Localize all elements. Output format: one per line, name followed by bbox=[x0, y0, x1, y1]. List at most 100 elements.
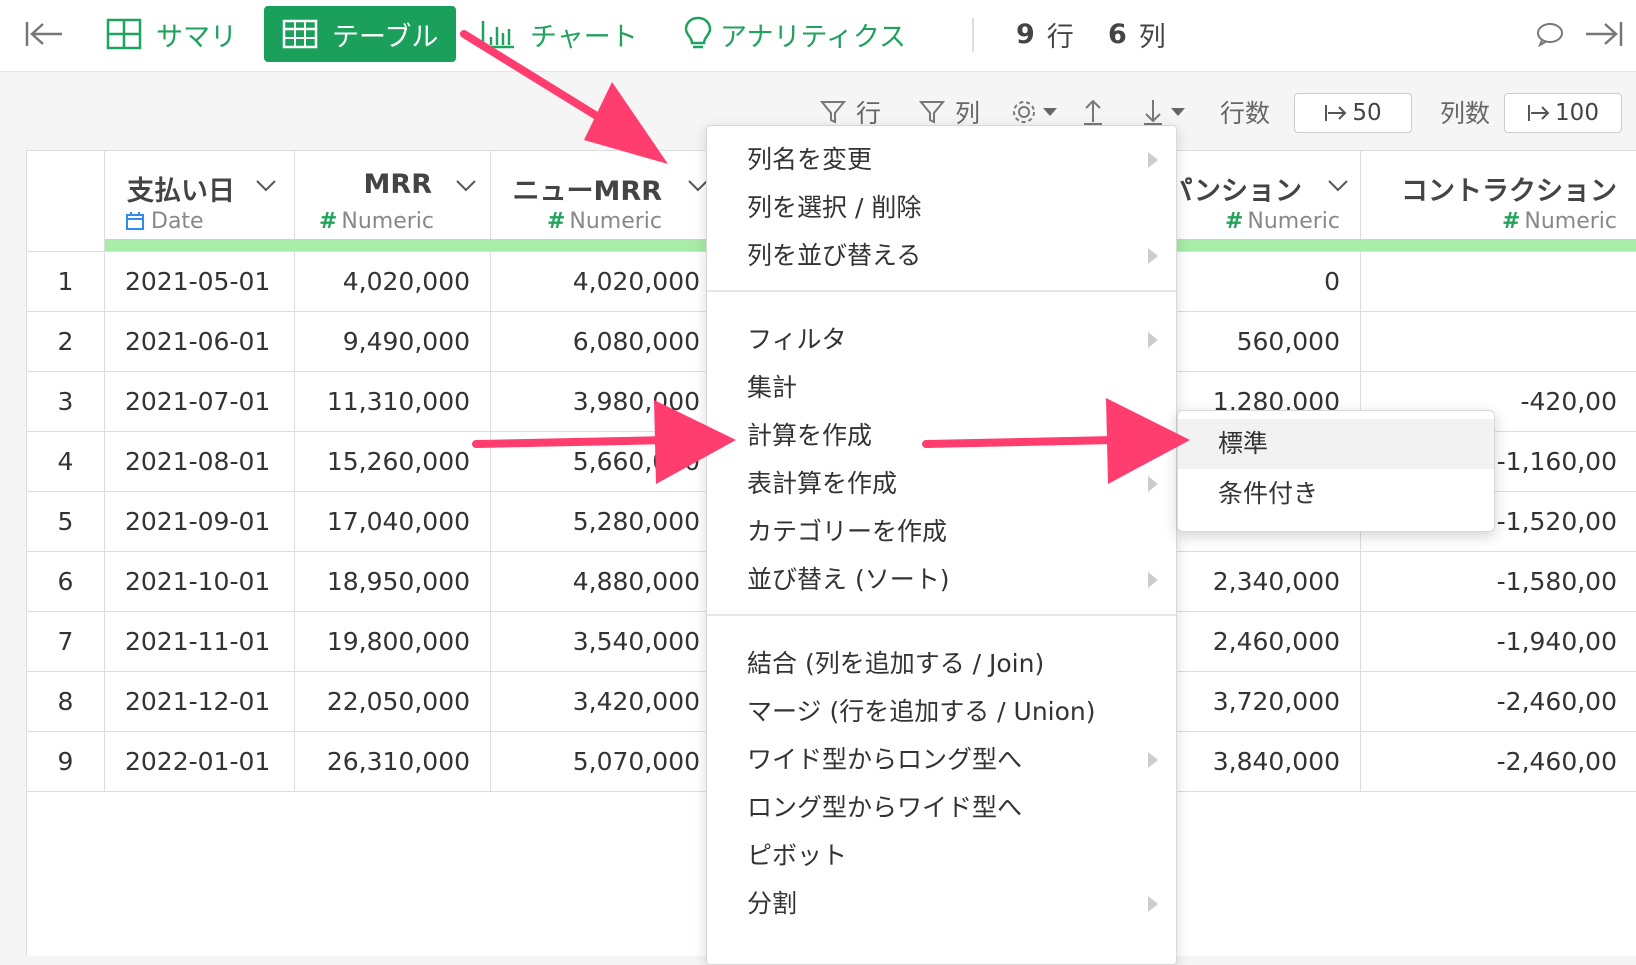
comment-icon[interactable] bbox=[1536, 6, 1564, 62]
submenu-item-standard[interactable]: 標準 bbox=[1178, 419, 1494, 469]
cell-new-mrr: 4,880,000 bbox=[491, 552, 721, 612]
menu-divider bbox=[707, 614, 1176, 616]
column-name: コントラクション bbox=[1401, 176, 1617, 207]
menu-item[interactable]: ワイド型からロング型へ bbox=[707, 736, 1176, 784]
row-number: 7 bbox=[27, 612, 105, 672]
settings-button[interactable] bbox=[1010, 98, 1058, 126]
column-header-date[interactable]: 支払い日 Date bbox=[105, 151, 295, 251]
submenu-arrow-icon bbox=[1148, 332, 1158, 348]
menu-item[interactable]: 並び替え (ソート) bbox=[707, 556, 1176, 604]
collapse-left-icon[interactable] bbox=[24, 6, 64, 62]
menu-item[interactable]: フィルタ bbox=[707, 316, 1176, 364]
menu-item[interactable]: 列を並び替える bbox=[707, 232, 1176, 280]
row-number-header bbox=[27, 151, 105, 251]
tab-table[interactable]: テーブル bbox=[264, 6, 457, 62]
tab-table-label: テーブル bbox=[332, 21, 439, 53]
cell-date: 2021-05-01 bbox=[105, 252, 295, 312]
column-type: # Numeric bbox=[1502, 209, 1617, 234]
menu-item[interactable]: カテゴリーを作成 bbox=[707, 508, 1176, 556]
cell-mrr: 18,950,000 bbox=[295, 552, 491, 612]
caret-down-icon bbox=[1043, 108, 1058, 116]
grid-icon bbox=[106, 18, 142, 50]
cell-date: 2022-01-01 bbox=[105, 732, 295, 792]
cell-contraction: -2,460,00 bbox=[1496, 687, 1617, 716]
cols-limit-input[interactable]: 100 bbox=[1504, 93, 1622, 133]
cell-mrr: 9,490,000 bbox=[295, 312, 491, 372]
row-number: 1 bbox=[27, 252, 105, 312]
column-header-contraction[interactable]: コントラクション # Numeric bbox=[1361, 151, 1636, 251]
row-number: 8 bbox=[27, 672, 105, 732]
cell-mrr: 11,310,000 bbox=[295, 372, 491, 432]
tab-summary[interactable]: サマリ bbox=[106, 6, 237, 62]
cell-contraction: -2,460,00 bbox=[1496, 747, 1617, 776]
chevron-down-icon[interactable] bbox=[255, 179, 277, 193]
column-type-label: Numeric bbox=[569, 209, 662, 234]
column-header-new-mrr[interactable]: ニューMRR # Numeric bbox=[491, 151, 721, 251]
cell-contraction: -1,940,00 bbox=[1496, 627, 1617, 656]
menu-item[interactable]: ロング型からワイド型へ bbox=[707, 784, 1176, 832]
row-number: 2 bbox=[27, 312, 105, 372]
sort-descending-button[interactable] bbox=[1142, 98, 1186, 126]
row-count: 9 行 bbox=[1016, 6, 1074, 62]
cell-contraction bbox=[1361, 252, 1636, 312]
tab-chart[interactable]: チャート bbox=[480, 6, 638, 62]
cell-new-mrr: 6,080,000 bbox=[491, 312, 721, 372]
menu-item-label: 集計 bbox=[747, 373, 798, 402]
menu-item-label: 列を選択 / 削除 bbox=[747, 193, 922, 222]
cols-limit-label-wrap: 列数 bbox=[1440, 90, 1490, 134]
rows-limit-value: 50 bbox=[1352, 100, 1382, 126]
menu-item[interactable]: 結合 (列を追加する / Join) bbox=[707, 640, 1176, 688]
submenu-item-conditional[interactable]: 条件付き bbox=[1178, 469, 1494, 519]
tab-analytics-label: アナリティクス bbox=[720, 21, 907, 53]
bar-chart-icon bbox=[480, 19, 516, 49]
menu-item[interactable]: 列を選択 / 削除 bbox=[707, 184, 1176, 232]
rows-limit-label: 行数 bbox=[1220, 99, 1271, 128]
arrow-to-right-icon bbox=[1325, 105, 1347, 121]
cell-date: 2021-11-01 bbox=[105, 612, 295, 672]
collapse-right-icon[interactable] bbox=[1584, 6, 1624, 62]
row-number: 9 bbox=[27, 732, 105, 792]
filter-icon bbox=[820, 101, 846, 124]
gear-icon bbox=[1013, 101, 1036, 123]
arrow-to-right-icon bbox=[1528, 105, 1550, 121]
cell-date: 2021-06-01 bbox=[105, 312, 295, 372]
col-count-label: 列 bbox=[1138, 21, 1166, 53]
menu-item[interactable]: 計算を作成 bbox=[707, 412, 1176, 460]
tab-analytics[interactable]: アナリティクス bbox=[684, 6, 906, 62]
chevron-down-icon[interactable] bbox=[455, 179, 477, 193]
table-icon bbox=[282, 19, 318, 49]
column-context-menu: 列名を変更列を選択 / 削除列を並び替える フィルタ集計計算を作成 表計算を作成 カテ… bbox=[706, 125, 1177, 965]
cell-mrr: 17,040,000 bbox=[295, 492, 491, 552]
row-count-value: 9 bbox=[1016, 18, 1035, 50]
sort-ascending-button[interactable] bbox=[1082, 98, 1104, 126]
col-count-value: 6 bbox=[1108, 18, 1127, 50]
menu-item[interactable]: 列名を変更 bbox=[707, 136, 1176, 184]
create-calculation-submenu: 標準 条件付き bbox=[1177, 410, 1495, 532]
cell-date: 2021-12-01 bbox=[105, 672, 295, 732]
menu-item[interactable]: 表計算を作成 bbox=[707, 460, 1176, 508]
column-type-label: Numeric bbox=[1524, 209, 1617, 234]
menu-item[interactable]: マージ (行を追加する / Union) bbox=[707, 688, 1176, 736]
column-type: # Numeric bbox=[1225, 209, 1340, 234]
column-type: Date bbox=[125, 209, 204, 234]
menu-item[interactable]: ピボット bbox=[707, 832, 1176, 880]
column-header-mrr[interactable]: MRR # Numeric bbox=[295, 151, 491, 251]
cell-contraction bbox=[1361, 312, 1636, 372]
menu-item-label: 分割 bbox=[747, 889, 798, 918]
tab-chart-label: チャート bbox=[530, 21, 638, 53]
column-type-label: Numeric bbox=[1247, 209, 1340, 234]
menu-item-label: 結合 (列を追加する / Join) bbox=[747, 649, 1045, 678]
tab-summary-label: サマリ bbox=[156, 21, 237, 53]
row-count-label: 行 bbox=[1046, 21, 1074, 53]
chevron-down-icon[interactable] bbox=[1327, 179, 1349, 193]
arrow-down-icon bbox=[1144, 100, 1163, 125]
submenu-arrow-icon bbox=[1148, 896, 1158, 912]
column-name: 支払い日 bbox=[127, 176, 235, 207]
menu-item[interactable]: 集計 bbox=[707, 364, 1176, 412]
rows-limit-input[interactable]: 50 bbox=[1294, 93, 1412, 133]
submenu-arrow-icon bbox=[1148, 572, 1158, 588]
cell-date: 2021-09-01 bbox=[105, 492, 295, 552]
cell-new-mrr: 3,420,000 bbox=[491, 672, 721, 732]
menu-item[interactable]: 分割 bbox=[707, 880, 1176, 928]
calendar-icon bbox=[126, 212, 144, 230]
